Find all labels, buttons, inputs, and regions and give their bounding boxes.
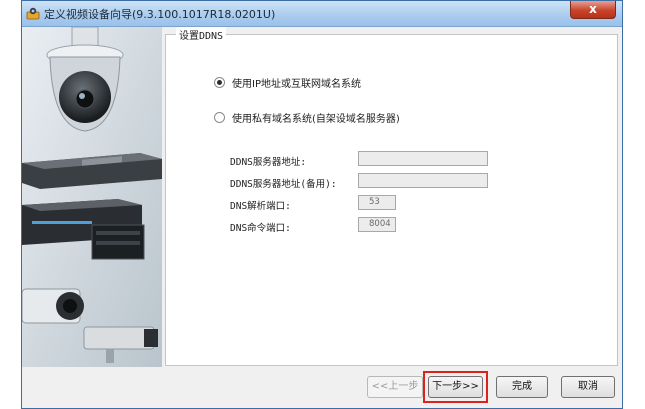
title-bar[interactable]: 定义视频设备向导(9.3.100.1017R18.0201U) x [22, 1, 622, 27]
camera-product-image [22, 27, 162, 367]
dns-command-port-input[interactable]: 8004 [358, 217, 396, 232]
radio-use-ip[interactable]: 使用IP地址或互联网域名系统 [214, 75, 361, 90]
previous-button[interactable]: <<上一步 [367, 376, 423, 398]
group-legend: 设置DDNS [176, 27, 227, 42]
radio-use-ip-label: 使用IP地址或互联网域名系统 [232, 79, 361, 90]
radio-button-unchecked[interactable] [214, 112, 225, 123]
dns-command-port-label: DNS命令端口: [230, 223, 291, 234]
finish-button[interactable]: 完成 [496, 376, 548, 398]
cancel-button[interactable]: 取消 [561, 376, 615, 398]
window-title: 定义视频设备向导(9.3.100.1017R18.0201U) [44, 8, 276, 21]
radio-use-private[interactable]: 使用私有域名系统(自架设域名服务器) [214, 110, 400, 125]
ddns-backup-server-label: DDNS服务器地址(备用): [230, 179, 337, 190]
dns-resolve-port-label: DNS解析端口: [230, 201, 291, 212]
app-icon [26, 7, 40, 20]
close-icon: x [589, 2, 597, 16]
radio-button-checked[interactable] [214, 77, 225, 88]
ddns-server-label: DDNS服务器地址: [230, 157, 307, 168]
dns-resolve-port-input[interactable]: 53 [358, 195, 396, 210]
radio-use-private-label: 使用私有域名系统(自架设域名服务器) [232, 114, 400, 125]
close-button[interactable]: x [570, 1, 616, 19]
camera-illustration [22, 27, 162, 367]
wizard-window: 定义视频设备向导(9.3.100.1017R18.0201U) x 设置DDNS… [21, 0, 623, 409]
ddns-server-input[interactable] [358, 151, 488, 166]
ddns-backup-server-input[interactable] [358, 173, 488, 188]
next-button-highlight [423, 371, 488, 403]
ddns-settings-group: 设置DDNS 使用IP地址或互联网域名系统 使用私有域名系统(自架设域名服务器)… [165, 27, 618, 366]
